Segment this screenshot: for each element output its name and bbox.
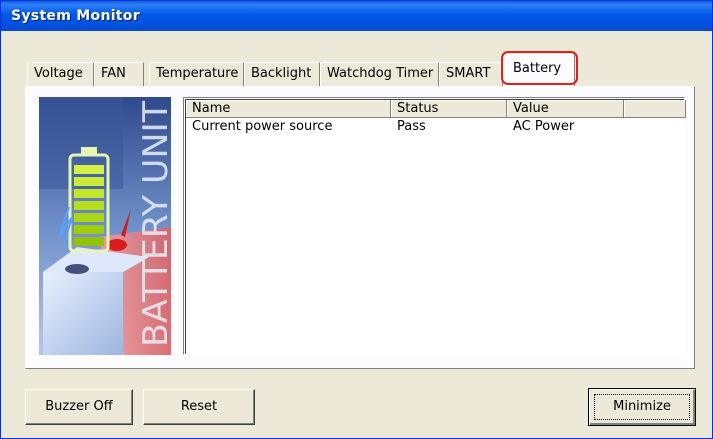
list-header: Name Status Value (186, 100, 686, 118)
column-header-status[interactable]: Status (391, 100, 507, 118)
system-monitor-window: System Monitor Voltage FAN Temperature B… (0, 0, 713, 439)
tab-voltage-label: Voltage (34, 66, 83, 81)
cell-value: AC Power (513, 119, 575, 134)
tab-fan-label: FAN (101, 66, 126, 81)
tab-smart[interactable]: SMART (439, 62, 503, 86)
buzzer-off-label: Buzzer Off (45, 399, 113, 414)
battery-unit-graphic: BATTERY UNIT (39, 97, 171, 355)
tab-smart-label: SMART (446, 66, 491, 81)
minimize-button[interactable]: Minimize (588, 388, 696, 426)
reset-button[interactable]: Reset (143, 389, 255, 425)
tab-watchdog-timer-label: Watchdog Timer (327, 66, 434, 81)
tab-temperature-label: Temperature (156, 66, 239, 81)
buzzer-off-button[interactable]: Buzzer Off (25, 389, 133, 425)
list-item[interactable]: Current power source Pass AC Power (186, 119, 686, 135)
tab-watchdog-timer[interactable]: Watchdog Timer (320, 62, 439, 86)
column-name-label: Name (192, 101, 231, 116)
window-title: System Monitor (11, 8, 140, 24)
tab-temperature[interactable]: Temperature (149, 62, 244, 86)
column-header-empty[interactable] (624, 100, 686, 118)
minimize-label: Minimize (613, 399, 671, 414)
tab-backlight-label: Backlight (251, 66, 312, 81)
tab-fan[interactable]: FAN (94, 62, 144, 86)
reset-label: Reset (180, 399, 218, 414)
battery-unit-graphic-text: BATTERY UNIT (136, 101, 171, 347)
sensor-list-view[interactable]: Name Status Value Current power source P… (183, 97, 686, 355)
column-value-label: Value (513, 101, 549, 116)
tab-battery[interactable]: Battery (503, 54, 575, 87)
cell-status: Pass (397, 119, 426, 134)
cell-name: Current power source (192, 119, 333, 134)
tab-backlight[interactable]: Backlight (244, 62, 320, 86)
title-bar[interactable]: System Monitor (1, 1, 712, 31)
column-header-value[interactable]: Value (507, 100, 624, 118)
tab-voltage[interactable]: Voltage (27, 62, 94, 86)
column-status-label: Status (397, 101, 439, 116)
column-header-name[interactable]: Name (186, 100, 391, 118)
tab-battery-label: Battery (513, 61, 562, 76)
